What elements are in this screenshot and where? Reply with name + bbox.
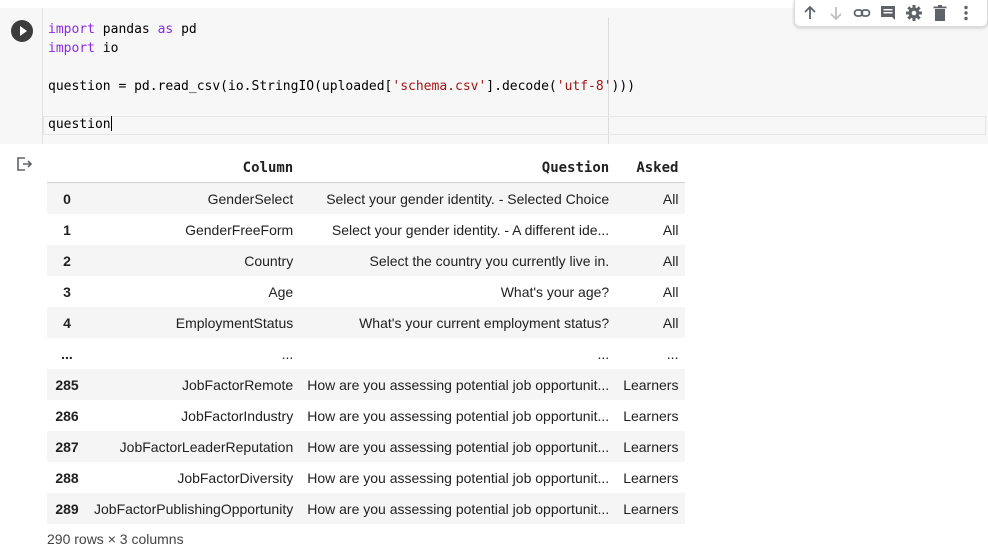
- link-icon[interactable]: [851, 2, 873, 24]
- row-index: ...: [61, 345, 73, 362]
- header-index: [47, 154, 87, 183]
- table-row: 0 GenderSelect Select your gender identity…: [47, 182, 686, 214]
- question-cell: What's your current employment status?: [359, 314, 610, 331]
- asked-cell: All: [662, 221, 679, 238]
- table-row: ............: [47, 338, 686, 369]
- column-name-cell: JobFactorPublishingOpportunity: [94, 500, 294, 517]
- question-cell: How are you assessing potential job oppo…: [307, 407, 610, 424]
- question-cell: Select your gender identity. - A differe…: [331, 221, 610, 238]
- code-line: question: [48, 115, 635, 134]
- code-token: ].decode(: [486, 79, 557, 94]
- cell-toolbar: [794, 0, 988, 27]
- code-line: question = pd.read_csv(io.StringIO(uploa…: [48, 77, 635, 96]
- arrow-up-icon[interactable]: [799, 2, 821, 24]
- column-name-cell: Country: [244, 252, 294, 269]
- question-cell: Select your gender identity. - Selected …: [326, 190, 610, 207]
- question-cell: How are you assessing potential job oppo…: [307, 376, 610, 393]
- column-name-cell: GenderSelect: [207, 190, 294, 207]
- table-header-row: Column Question Asked: [47, 154, 686, 183]
- column-name-cell: ...: [281, 345, 294, 362]
- column-name-cell: JobFactorLeaderReputation: [119, 438, 294, 455]
- code-token: import: [48, 41, 95, 56]
- code-token: question = pd.read_csv(io.StringIO(uploa…: [48, 79, 393, 94]
- play-icon: [20, 26, 27, 36]
- asked-cell: All: [662, 283, 679, 300]
- code-token: 'utf-8': [556, 79, 612, 94]
- header-column: Column: [87, 154, 301, 183]
- table-row: 289 JobFactorPublishingOpportunity How are…: [47, 493, 686, 524]
- table-row: 1 GenderFreeForm Select your gender identi…: [47, 214, 686, 245]
- question-cell: How are you assessing potential job oppo…: [307, 500, 610, 517]
- row-index: 287: [55, 438, 79, 455]
- code-cell[interactable]: import pandas as pd import io question = …: [0, 0, 988, 144]
- code-token: ))): [611, 79, 636, 94]
- asked-cell: All: [662, 190, 679, 207]
- row-index: 288: [55, 469, 79, 486]
- code-token: pandas: [94, 22, 158, 37]
- asked-cell: Learners: [623, 407, 679, 424]
- table-row: 3 Age What's your age? All: [47, 276, 686, 307]
- row-index: 3: [63, 283, 71, 300]
- question-cell: How are you assessing potential job oppo…: [307, 469, 610, 486]
- row-index: 285: [55, 376, 79, 393]
- header-question: Question: [300, 154, 617, 183]
- row-index: 286: [55, 407, 79, 424]
- row-index: 1: [63, 221, 71, 238]
- row-index: 0: [63, 190, 71, 207]
- question-cell: What's your age?: [500, 283, 610, 300]
- cell-gutter: [0, 8, 43, 144]
- column-name-cell: JobFactorRemote: [181, 376, 294, 393]
- column-name-cell: EmploymentStatus: [175, 314, 294, 331]
- code-line: import io: [48, 39, 635, 58]
- row-index: 289: [55, 500, 79, 517]
- cell-output: Column Question Asked 0 GenderSelect Selec…: [0, 144, 988, 559]
- table-row: 287 JobFactorLeaderReputation How are you …: [47, 431, 686, 462]
- output-gutter: [0, 144, 42, 559]
- arrow-down-icon[interactable]: [825, 2, 847, 24]
- column-name-cell: GenderFreeForm: [185, 221, 294, 238]
- asked-cell: All: [662, 314, 679, 331]
- dataframe-table: Column Question Asked 0 GenderSelect Selec…: [47, 154, 686, 524]
- gear-icon[interactable]: [903, 2, 925, 24]
- more-vert-icon[interactable]: [955, 2, 977, 24]
- output-action-icon[interactable]: [16, 156, 32, 172]
- code-token: as: [157, 22, 174, 37]
- code-text[interactable]: import pandas as pd import io question = …: [48, 20, 635, 134]
- code-line: import pandas as pd: [48, 20, 635, 39]
- comment-icon[interactable]: [877, 2, 899, 24]
- asked-cell: All: [662, 252, 679, 269]
- code-token: pd: [173, 22, 197, 37]
- trash-icon[interactable]: [929, 2, 951, 24]
- asked-cell: ...: [666, 345, 679, 362]
- table-row: 2 Country Select the country you currently…: [47, 245, 686, 276]
- question-cell: Select the country you currently live in…: [369, 252, 610, 269]
- text-cursor: [110, 116, 112, 131]
- table-row: 286 JobFactorIndustry How are you assessin…: [47, 400, 686, 431]
- asked-cell: Learners: [623, 376, 679, 393]
- column-name-cell: JobFactorDiversity: [177, 469, 294, 486]
- row-index: 2: [63, 252, 71, 269]
- column-name-cell: Age: [268, 283, 294, 300]
- code-editor[interactable]: import pandas as pd import io question = …: [43, 8, 988, 144]
- code-token: io: [94, 41, 119, 56]
- question-cell: How are you assessing potential job oppo…: [307, 438, 610, 455]
- shape-summary: 290 rows × 3 columns: [47, 531, 184, 547]
- asked-cell: Learners: [623, 469, 679, 486]
- code-token: import: [48, 22, 95, 37]
- code-token: 'schema.csv': [392, 79, 487, 94]
- asked-cell: Learners: [623, 438, 679, 455]
- question-cell: ...: [597, 345, 610, 362]
- header-asked: Asked: [616, 154, 686, 183]
- run-cell-button[interactable]: [11, 20, 33, 42]
- row-index: 4: [63, 314, 71, 331]
- table-row: 4 EmploymentStatus What's your current emp…: [47, 307, 686, 338]
- asked-cell: Learners: [623, 500, 679, 517]
- code-token: question: [48, 117, 111, 132]
- table-row: 288 JobFactorDiversity How are you assessi…: [47, 462, 686, 493]
- table-row: 285 JobFactorRemote How are you assessing …: [47, 369, 686, 400]
- column-name-cell: JobFactorIndustry: [181, 407, 294, 424]
